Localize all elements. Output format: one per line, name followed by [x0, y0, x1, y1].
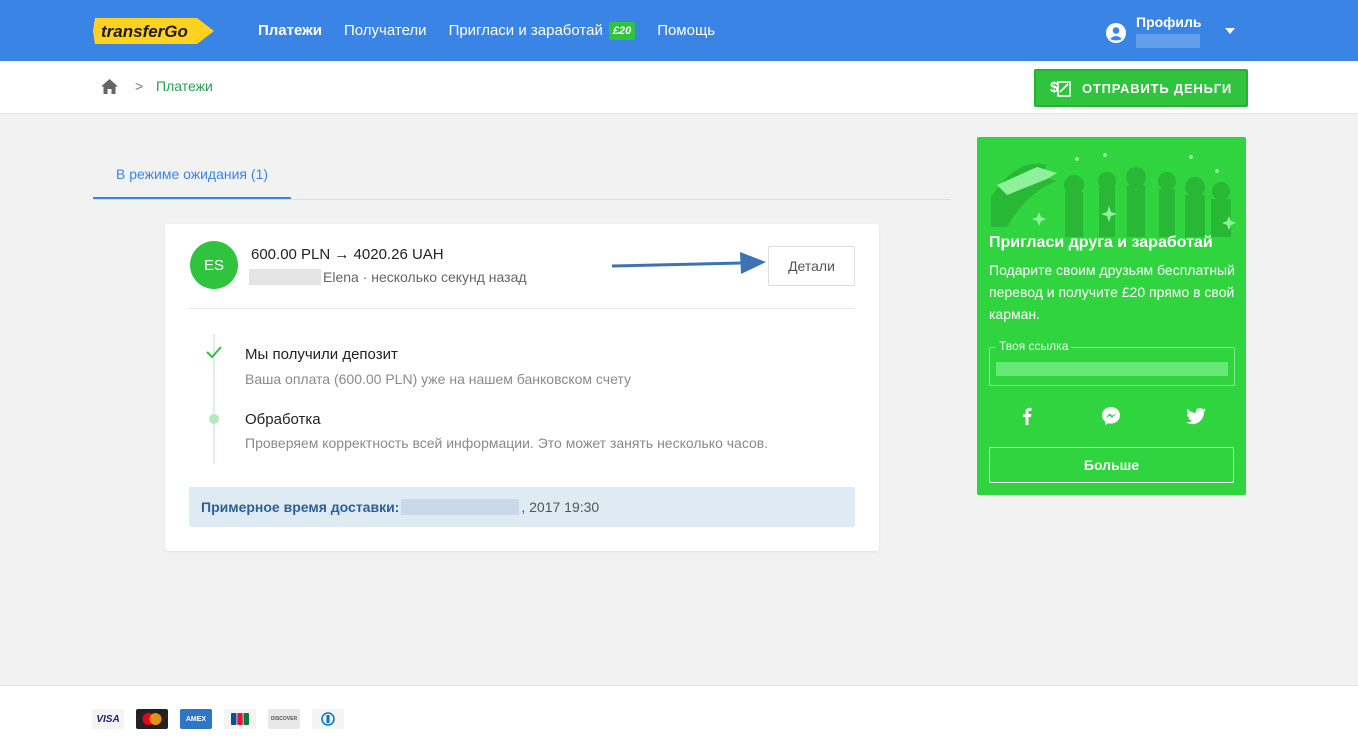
card-divider	[189, 308, 855, 309]
delivery-date-redacted	[401, 499, 520, 515]
svg-text:transferGo: transferGo	[101, 22, 188, 41]
recipient-line: Elena · несколько секунд назад	[249, 269, 527, 285]
delivery-time: , 2017 19:30	[521, 499, 600, 515]
nav-help[interactable]: Помощь	[657, 22, 715, 39]
send-money-icon: $	[1050, 79, 1071, 97]
step-deposit-desc: Ваша оплата (600.00 PLN) уже на нашем ба…	[245, 371, 631, 387]
breadcrumb-separator: >	[135, 78, 144, 94]
recipient-surname-redacted	[249, 269, 321, 285]
breadcrumb-current[interactable]: Платежи	[156, 78, 213, 94]
send-money-button[interactable]: $ ОТПРАВИТЬ ДЕНЬГИ	[1034, 69, 1248, 107]
delivery-estimate: Примерное время доставки: , 2017 19:30	[189, 487, 855, 527]
transfer-amount: 600.00 PLN → 4020.26 UAH	[251, 246, 444, 263]
discover-logo-icon: DISCOVER	[268, 709, 300, 729]
breadcrumb-bar: > Платежи $ ОТПРАВИТЬ ДЕНЬГИ	[0, 61, 1358, 114]
referral-link-label: Твоя ссылка	[996, 339, 1072, 353]
amex-logo-icon: AMEX	[180, 709, 212, 729]
step-deposit-title: Мы получили депозит	[245, 346, 398, 363]
arrow-annotation-icon	[611, 252, 766, 274]
footer: VISA AMEX DISCOVER	[0, 685, 1358, 750]
user-avatar-icon	[1106, 23, 1126, 43]
recipient-info: Elena · несколько секунд назад	[323, 269, 527, 285]
mastercard-logo-icon	[136, 709, 168, 729]
invite-description: Подарите своим друзьям бесплатный перево…	[989, 262, 1235, 322]
messenger-icon[interactable]	[1100, 405, 1122, 427]
twitter-icon[interactable]	[1185, 405, 1207, 427]
nav-recipients[interactable]: Получатели	[344, 22, 427, 39]
invite-panel: Пригласи друга и заработай Подарите свои…	[977, 137, 1246, 495]
profile-menu[interactable]: Профиль	[1106, 14, 1202, 50]
visa-logo-icon: VISA	[92, 709, 124, 729]
delivery-label: Примерное время доставки:	[201, 499, 400, 515]
invite-bonus-badge: £20	[608, 21, 636, 40]
diners-club-logo-icon	[312, 709, 344, 729]
facebook-icon[interactable]	[1016, 405, 1038, 427]
recipient-avatar: ES	[190, 241, 238, 289]
tab-pending[interactable]: В режиме ожидания (1)	[93, 158, 291, 200]
home-icon[interactable]	[101, 79, 118, 94]
details-button[interactable]: Детали	[768, 246, 855, 286]
invite-title: Пригласи друга и заработай	[989, 234, 1213, 251]
chevron-down-icon[interactable]	[1225, 28, 1235, 34]
checkmark-icon	[206, 346, 222, 359]
step-progress-dot	[209, 414, 219, 424]
nav-invite-earn[interactable]: Пригласи и заработай £20	[449, 21, 636, 40]
celebration-illustration	[991, 153, 1236, 237]
profile-label: Профиль	[1136, 14, 1202, 30]
nav-payments[interactable]: Платежи	[258, 22, 322, 39]
top-navigation-bar: transferGo Платежи Получатели Пригласи и…	[0, 0, 1358, 61]
profile-name-redacted	[1136, 34, 1200, 48]
more-button[interactable]: Больше	[989, 447, 1234, 483]
transfer-card: ES 600.00 PLN → 4020.26 UAH Elena · неск…	[165, 224, 879, 551]
step-processing-title: Обработка	[245, 411, 321, 428]
tabs-divider	[93, 199, 951, 200]
referral-link-field[interactable]: Твоя ссылка	[989, 339, 1235, 386]
step-processing-desc: Проверяем корректность всей информации. …	[245, 435, 769, 451]
transfergo-logo[interactable]: transferGo	[93, 16, 216, 46]
share-buttons	[989, 405, 1235, 429]
main-nav: Платежи Получатели Пригласи и заработай £…	[258, 0, 737, 61]
referral-link-redacted	[996, 362, 1228, 376]
jcb-logo-icon	[224, 709, 256, 729]
